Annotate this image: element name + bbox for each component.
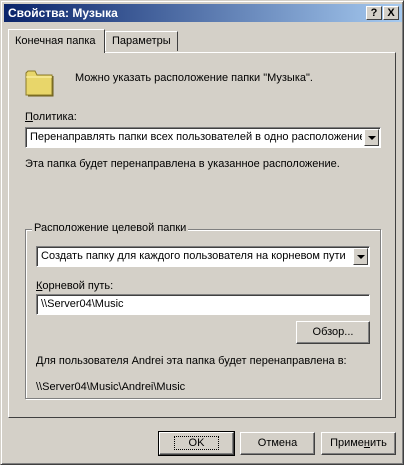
tab-target-folder[interactable]: Конечная папка [8, 29, 105, 53]
intro-text: Можно указать расположение папки "Музыка… [75, 72, 313, 84]
ok-button[interactable]: OK [158, 431, 235, 456]
close-button[interactable]: X [383, 6, 399, 20]
browse-button[interactable]: Обзор... [296, 321, 370, 344]
ok-label: OK [173, 436, 220, 450]
policy-label: Политика: [25, 111, 77, 123]
policy-value: Перенаправлять папки всех пользователей … [30, 131, 362, 143]
policy-description: Эта папка будет перенаправлена в указанн… [25, 158, 340, 170]
root-path-label: Корневой путь: [36, 280, 114, 292]
window-title: Свойства: Музыка [8, 6, 118, 20]
folder-icon [25, 70, 54, 97]
help-button[interactable]: ? [366, 6, 382, 20]
properties-window: Свойства: Музыка ? X Конечная папка Пара… [0, 0, 404, 465]
target-location-dropdown[interactable]: Создать папку для каждого пользователя н… [36, 246, 370, 267]
cancel-button[interactable]: Отмена [240, 432, 315, 455]
tab-panel: Можно указать расположение папки "Музыка… [8, 52, 396, 418]
tab-label: Конечная папка [15, 35, 96, 47]
help-icon: ? [370, 7, 378, 19]
tab-settings[interactable]: Параметры [105, 31, 178, 51]
chevron-down-icon[interactable] [364, 129, 379, 146]
title-bar[interactable]: Свойства: Музыка ? X [4, 4, 402, 22]
apply-button[interactable]: Применить [321, 432, 396, 455]
redirect-result-label: Для пользователя Andrei эта папка будет … [36, 355, 347, 367]
target-location-value: Создать папку для каждого пользователя н… [41, 250, 346, 262]
redirect-result-path: \\Server04\Music\Andrei\Music [36, 381, 186, 393]
target-location-group: Расположение целевой папки Создать папку… [25, 222, 381, 399]
policy-dropdown[interactable]: Перенаправлять папки всех пользователей … [25, 127, 381, 148]
tab-label: Параметры [112, 35, 171, 47]
close-icon: X [387, 7, 395, 19]
root-path-input[interactable]: \\Server04\Music [36, 294, 370, 315]
group-legend: Расположение целевой папки [32, 222, 189, 234]
chevron-down-icon[interactable] [353, 248, 368, 265]
